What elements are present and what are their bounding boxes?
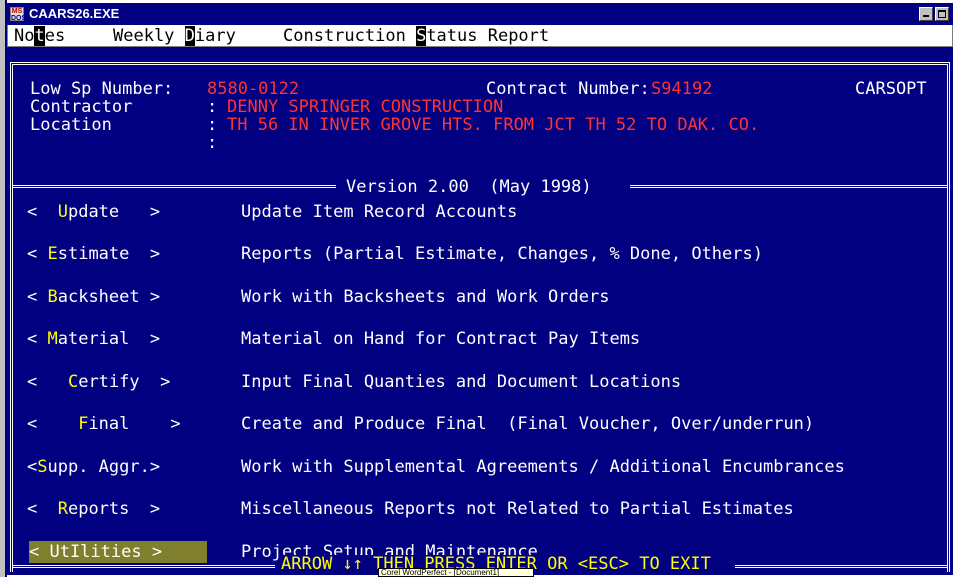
maximize-button[interactable] — [935, 7, 949, 21]
update-button[interactable]: < Update > — [27, 201, 209, 223]
version-text: Version 2.00 (May 1998) — [346, 177, 592, 197]
blank-colon: : — [207, 133, 218, 153]
location-value: TH 56 IN INVER GROVE HTS. FROM JCT TH 52… — [227, 115, 760, 135]
left-window-edge — [0, 0, 7, 577]
menu-row-material: < Material > Material on Hand for Contra… — [13, 328, 953, 350]
contractor-colon: : — [207, 97, 218, 117]
location-label: Location — [30, 115, 112, 135]
supp-aggr-description: Work with Supplemental Agreements / Addi… — [241, 457, 845, 477]
separator-right — [630, 185, 947, 188]
material-button[interactable]: < Material > — [27, 328, 209, 350]
contractor-label: Contractor — [30, 97, 133, 117]
menu-row-estimate: < Estimate > Reports (Partial Estimate, … — [13, 243, 953, 265]
location-colon: : — [207, 115, 218, 135]
menu-row-certify: < Certify > Input Final Quanties and Doc… — [13, 371, 953, 393]
update-description: Update Item Record Accounts — [241, 202, 518, 222]
material-description: Material on Hand for Contract Pay Items — [241, 329, 641, 349]
contract-number-label: Contract Number: — [486, 79, 650, 99]
backsheet-button[interactable]: < Backsheet > — [27, 286, 209, 308]
estimate-button[interactable]: < Estimate > — [27, 243, 209, 265]
estimate-description: Reports (Partial Estimate, Changes, % Do… — [241, 244, 763, 264]
console-area: Low Sp Number: 8580-0122 Contract Number… — [7, 47, 953, 575]
title-bar[interactable]: MS DOS CAARS26.EXE — [7, 3, 953, 25]
menu-row-supp-aggr: <Supp. Aggr.> Work with Supplemental Agr… — [13, 456, 953, 478]
menu-construction-status-report[interactable]: Construction Status Report — [283, 25, 549, 47]
system-name: CARSOPT — [855, 79, 927, 99]
contract-number: S94192 — [651, 79, 713, 99]
menu-row-backsheet: < Backsheet > Work with Backsheets and W… — [13, 286, 953, 308]
low-sp-number: 8580-0122 — [207, 79, 300, 99]
backsheet-description: Work with Backsheets and Work Orders — [241, 287, 610, 307]
certify-button[interactable]: < Certify > — [27, 371, 209, 393]
contractor-name: DENNY SPRINGER CONSTRUCTION — [227, 97, 504, 117]
bottom-separator-right — [735, 565, 947, 568]
window-title: CAARS26.EXE — [29, 6, 120, 21]
bottom-separator-left — [13, 565, 275, 568]
reports-description: Miscellaneous Reports not Related to Par… — [241, 499, 794, 519]
low-sp-label: Low Sp Number: — [30, 79, 174, 99]
ms-dos-icon[interactable]: MS DOS — [10, 7, 26, 22]
menu-row-update: < Update > Update Item Record Accounts — [13, 201, 953, 223]
menu-row-reports: < Reports > Miscellaneous Reports not Re… — [13, 498, 953, 520]
menu-notes[interactable]: Notes — [14, 25, 65, 47]
separator-left — [13, 185, 336, 188]
menu-row-final: < Final > Create and Produce Final (Fina… — [13, 413, 953, 435]
reports-button[interactable]: < Reports > — [27, 498, 209, 520]
supp-aggr-button[interactable]: <Supp. Aggr.> — [27, 456, 209, 478]
certify-description: Input Final Quanties and Document Locati… — [241, 372, 682, 392]
minimize-button[interactable] — [919, 7, 933, 21]
taskbar-tooltip: Corel WordPerfect - [Document1] — [378, 568, 534, 577]
main-frame: Low Sp Number: 8580-0122 Contract Number… — [10, 62, 950, 572]
final-description: Create and Produce Final (Final Voucher,… — [241, 414, 815, 434]
menu-weekly-diary[interactable]: Weekly Diary — [113, 25, 236, 47]
final-button[interactable]: < Final > — [27, 413, 209, 435]
utilities-button[interactable]: < UtIlities > — [29, 541, 207, 563]
menu-bar: Notes Weekly Diary Construction Status R… — [7, 25, 953, 47]
